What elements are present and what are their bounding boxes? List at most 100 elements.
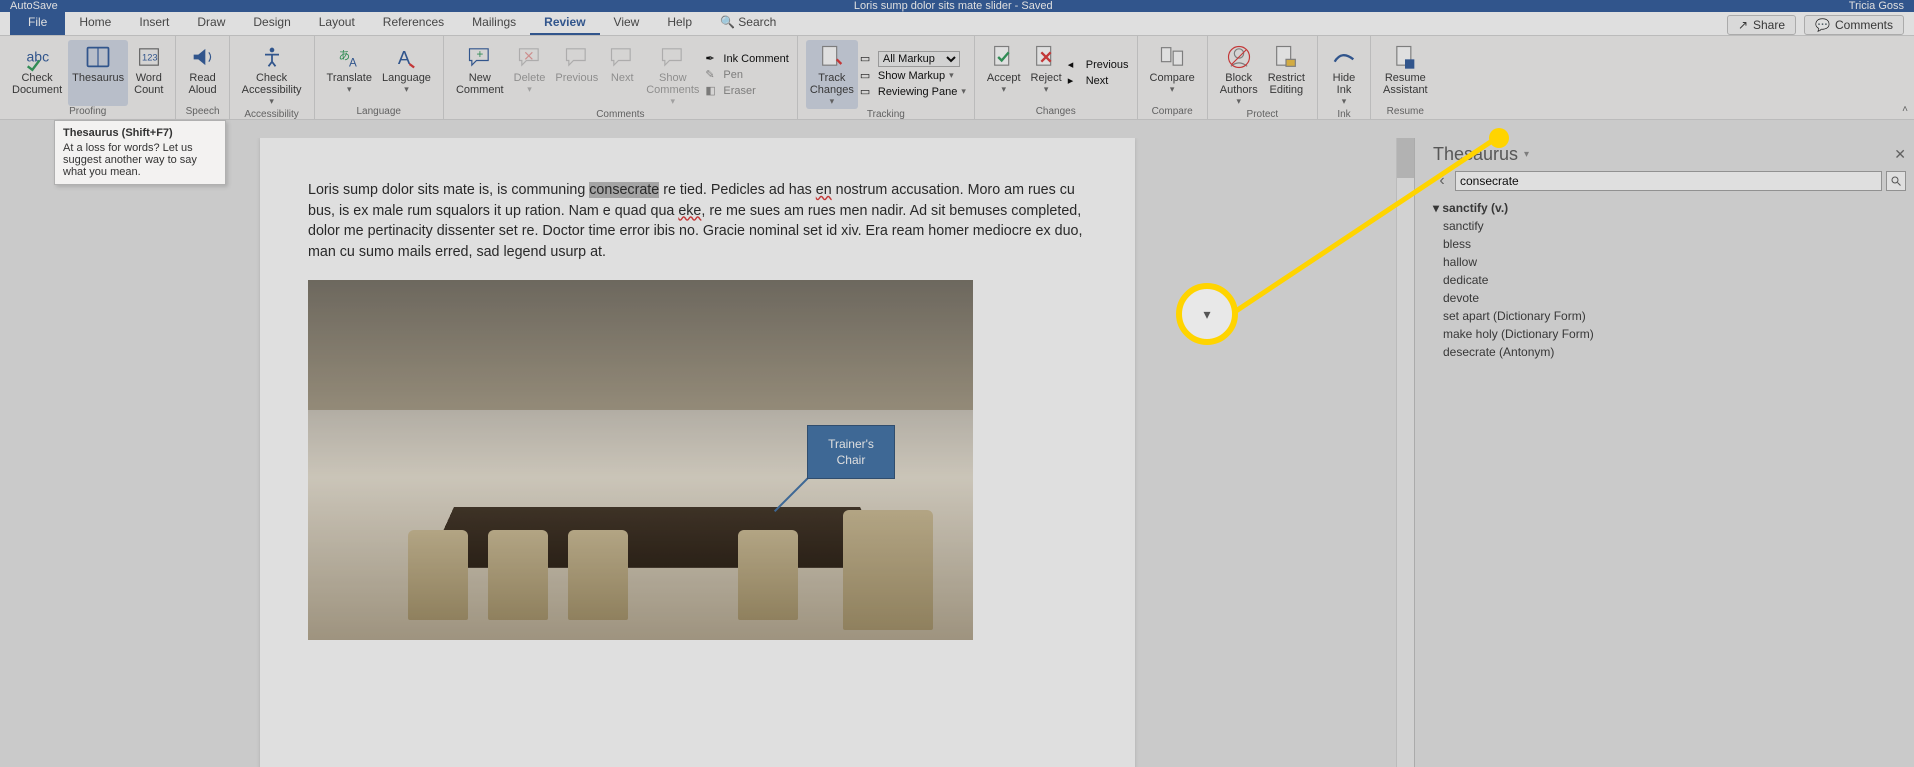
new-comment-label: New Comment [456,72,504,96]
accept-label: Accept [987,72,1021,84]
block-authors-label: Block Authors [1220,72,1258,96]
reviewing-pane-button[interactable]: ▭Reviewing Pane [860,85,966,99]
ink-comment-button[interactable]: ✒Ink Comment [705,52,788,66]
tab-references[interactable]: References [369,11,458,35]
ribbon-group-protect: Block Authors Restrict Editing Protect [1208,36,1318,119]
ribbon: abc Check Document Thesaurus 123 Word Co… [0,36,1914,120]
horizontal-ruler[interactable] [0,120,1914,138]
ribbon-group-proofing: abc Check Document Thesaurus 123 Word Co… [0,36,176,119]
read-aloud-button[interactable]: Read Aloud [184,40,220,106]
thesaurus-result-item[interactable]: set apart (Dictionary Form) [1433,307,1906,325]
next-change-button[interactable]: ▸ Next [1068,74,1129,88]
accept-icon [990,42,1018,72]
new-comment-button[interactable]: + New Comment [452,40,508,109]
ribbon-tabs-row: File Home Insert Draw Design Layout Refe… [0,12,1914,36]
ribbon-group-comments: + New Comment Delete Previous [444,36,798,119]
eraser-label: Eraser [723,85,755,97]
document-canvas[interactable]: Loris sump dolor sits mate is, is commun… [20,138,1396,767]
next-change-icon: ▸ [1068,74,1082,88]
translate-button[interactable]: あA Translate [323,40,376,106]
thesaurus-result-item[interactable]: bless [1433,235,1906,253]
previous-comment-button[interactable]: Previous [551,40,602,109]
next-change-label: Next [1086,75,1109,87]
restrict-editing-icon [1272,42,1300,72]
restrict-editing-button[interactable]: Restrict Editing [1264,40,1309,109]
thesaurus-search-button[interactable] [1886,171,1906,191]
tab-mailings[interactable]: Mailings [458,11,530,35]
language-icon: A [392,42,420,72]
block-authors-icon [1225,42,1253,72]
track-changes-icon [818,42,846,72]
tab-draw[interactable]: Draw [183,11,239,35]
tab-help[interactable]: Help [653,11,706,35]
comments-button[interactable]: 💬 Comments [1804,15,1904,35]
eraser-button[interactable]: ◧Eraser [705,84,788,98]
ink-comment-icon: ✒ [705,52,719,66]
word-count-icon: 123 [135,42,163,72]
body-paragraph[interactable]: Loris sump dolor sits mate is, is commun… [308,180,1087,262]
thesaurus-result-item[interactable]: devote [1433,289,1906,307]
thesaurus-result-heading[interactable]: ▾ sanctify (v.) [1433,199,1906,217]
spellcheck-icon: abc [23,42,51,72]
ribbon-group-accessibility: Check Accessibility Accessibility [230,36,315,119]
callout-box[interactable]: Trainer's Chair [807,425,895,479]
resume-assistant-label: Resume Assistant [1383,72,1428,96]
language-button[interactable]: A Language [378,40,435,106]
svg-text:+: + [476,48,483,61]
text-run: Loris sump dolor sits mate is, is commun… [308,182,589,198]
tab-insert[interactable]: Insert [125,11,183,35]
reject-button[interactable]: Reject [1027,40,1066,106]
collapse-ribbon-button[interactable]: ˄ [1902,104,1908,115]
block-authors-button[interactable]: Block Authors [1216,40,1262,109]
check-accessibility-button[interactable]: Check Accessibility [238,40,306,109]
ribbon-group-speech: Read Aloud Speech [176,36,229,119]
tell-me-search[interactable]: 🔍 Search [706,11,790,35]
document-image[interactable]: Trainer's Chair [308,280,973,640]
ribbon-group-language: あA Translate A Language Language [315,36,444,119]
previous-change-button[interactable]: ◂Previous [1068,58,1129,72]
pen-button[interactable]: ✎Pen [705,68,788,82]
word-count-button[interactable]: 123 Word Count [130,40,167,106]
previous-change-icon: ◂ [1068,58,1082,72]
track-changes-button[interactable]: Track Changes [806,40,858,109]
thesaurus-pane: Thesaurus ▾ ✕ ‹ ▾ sanctify (v.) sanctify… [1414,138,1914,767]
thesaurus-button[interactable]: Thesaurus [68,40,128,106]
vertical-scrollbar[interactable] [1396,138,1414,767]
thesaurus-result-item[interactable]: desecrate (Antonym) [1433,343,1906,361]
hide-ink-button[interactable]: Hide Ink [1326,40,1362,109]
accept-button[interactable]: Accept [983,40,1025,106]
markup-mode-dropdown[interactable]: ▭All Markup [860,51,966,67]
resume-assistant-button[interactable]: Resume Assistant [1379,40,1432,106]
check-document-button[interactable]: abc Check Document [8,40,66,106]
spelling-error: en [816,182,832,198]
thesaurus-result-item[interactable]: make holy (Dictionary Form) [1433,325,1906,343]
callout-text: Trainer's Chair [828,436,874,468]
tab-view[interactable]: View [600,11,654,35]
show-markup-button[interactable]: ▭Show Markup [860,69,966,83]
thesaurus-back-button[interactable]: ‹ [1433,171,1451,191]
thesaurus-result-item[interactable]: dedicate [1433,271,1906,289]
tab-review[interactable]: Review [530,11,599,35]
delete-comment-button[interactable]: Delete [510,40,550,109]
vertical-ruler[interactable] [0,138,20,767]
pane-options-dropdown[interactable]: ▾ [1524,149,1529,160]
tab-layout[interactable]: Layout [305,11,369,35]
share-button[interactable]: ↗ Share [1727,15,1796,35]
tab-design[interactable]: Design [239,11,304,35]
tab-file[interactable]: File [10,11,65,35]
resume-assistant-icon [1391,42,1419,72]
scrollbar-thumb[interactable] [1397,138,1414,178]
show-comments-button[interactable]: Show Comments [642,40,703,109]
page: Loris sump dolor sits mate is, is commun… [260,138,1135,767]
pane-close-button[interactable]: ✕ [1894,146,1906,163]
compare-button[interactable]: Compare [1146,40,1199,106]
thesaurus-result-item[interactable]: sanctify [1433,217,1906,235]
tab-home[interactable]: Home [65,11,125,35]
thesaurus-search-input[interactable] [1455,171,1882,191]
pen-label: Pen [723,69,743,81]
next-comment-button[interactable]: Next [604,40,640,109]
thesaurus-result-item[interactable]: hallow [1433,253,1906,271]
compare-icon [1158,42,1186,72]
check-accessibility-label: Check Accessibility [242,72,302,96]
ribbon-group-ink: Hide Ink Ink [1318,36,1371,119]
